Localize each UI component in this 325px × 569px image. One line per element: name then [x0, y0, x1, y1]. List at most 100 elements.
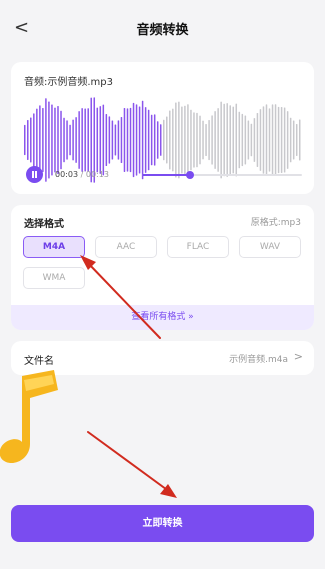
waveform-bar [126, 108, 129, 172]
waveform-bar [196, 112, 198, 168]
waveform-bar [220, 101, 222, 179]
waveform-bar [54, 107, 56, 173]
waveform-bar [99, 106, 102, 174]
waveform-bar [190, 109, 192, 171]
format-option-wma[interactable]: WMA [23, 267, 85, 289]
waveform-bar [265, 104, 268, 176]
show-all-formats-link[interactable]: 查看所有格式 » [11, 305, 314, 330]
waveform-bar [81, 108, 83, 172]
waveform-bar [202, 120, 204, 160]
waveform-bar [33, 113, 35, 167]
waveform-bar [78, 111, 80, 169]
total-time: 00:13 [85, 170, 109, 179]
waveform-bar [298, 119, 301, 161]
waveform-bar [193, 112, 195, 168]
annotation-arrow-to-convert [87, 431, 177, 498]
waveform-bar [114, 124, 117, 156]
waveform-bar [108, 116, 111, 164]
waveform-bar [117, 120, 120, 160]
time-display: 00:03 / 00:13 [55, 170, 109, 179]
waveform-bar [156, 121, 159, 159]
pause-button[interactable] [26, 166, 43, 183]
progress-slider[interactable] [142, 171, 302, 179]
waveform-bar [274, 104, 277, 176]
waveform-bar [24, 124, 26, 156]
waveform-bar [283, 107, 286, 173]
format-option-m4a[interactable]: M4A [23, 236, 85, 258]
page-title: 音频转换 [136, 23, 189, 38]
waveform-bar [147, 109, 150, 171]
waveform-bar [181, 106, 183, 174]
waveform-bar [48, 101, 50, 179]
waveform-bar [57, 105, 59, 175]
waveform-bar [277, 106, 280, 174]
filename-value: 示例音频.m4a [229, 355, 288, 365]
waveform-bar [286, 111, 289, 169]
waveform-bar [232, 106, 235, 174]
waveform-bar [163, 119, 165, 161]
waveform-bar [175, 102, 177, 178]
waveform-bar [244, 115, 247, 165]
waveform-bar [256, 113, 259, 167]
waveform-bar [87, 108, 89, 172]
waveform-bar [69, 124, 71, 156]
waveform-bar [159, 124, 162, 156]
waveform-bar [105, 113, 108, 167]
waveform-bar [184, 105, 186, 175]
waveform-bar [280, 106, 283, 174]
convert-now-button[interactable]: 立即转换 [11, 505, 314, 542]
waveform-bar [63, 117, 65, 163]
waveform-bar [262, 106, 265, 174]
waveform-bar [247, 120, 250, 160]
waveform-bar [30, 117, 32, 163]
waveform-bar [271, 104, 274, 176]
music-note-icon [0, 370, 58, 463]
waveform-bar [169, 110, 171, 170]
waveform-bar [45, 98, 47, 182]
format-option-aac[interactable]: AAC [95, 236, 157, 258]
waveform-bar [42, 108, 44, 172]
format-option-flac[interactable]: FLAC [167, 236, 229, 258]
waveform-bar [229, 105, 231, 175]
waveform-bar [214, 111, 216, 169]
waveform-bar [217, 108, 219, 172]
chevron-right-icon: > [293, 350, 303, 363]
waveform-bar [235, 103, 238, 177]
audio-file-label: 音频:示例音频.mp3 [24, 77, 113, 88]
waveform-bar [102, 104, 105, 176]
waveform-bar [138, 106, 141, 174]
waveform-bar [259, 109, 262, 171]
waveform-bar [123, 108, 126, 172]
waveform-bar [144, 107, 147, 173]
progress-knob[interactable] [186, 171, 194, 179]
waveform-bar [289, 117, 292, 163]
format-selection-card: 选择格式 原格式:mp3 M4A AAC FLAC WAV WMA 查看所有格式… [11, 205, 314, 330]
waveform-bar [238, 111, 241, 169]
waveform-bar [150, 114, 153, 166]
waveform-bar [199, 115, 201, 165]
top-bar: < 音频转换 [0, 0, 325, 56]
original-format-label: 原格式:mp3 [250, 218, 301, 228]
waveform-bar [36, 108, 38, 172]
waveform-bar [27, 120, 29, 160]
waveform-bar [166, 116, 168, 164]
waveform-bar [268, 108, 271, 172]
waveform-bar [60, 110, 62, 170]
filename-label: 文件名 [24, 356, 54, 367]
waveform-bar [39, 105, 41, 175]
waveform-bar [72, 119, 74, 161]
progress-fill [142, 174, 190, 176]
waveform-bar [187, 104, 189, 176]
waveform-bar [205, 123, 207, 157]
waveform-bar [132, 102, 135, 178]
current-time: 00:03 [55, 170, 79, 179]
waveform-bar [241, 113, 244, 167]
format-option-wav[interactable]: WAV [239, 236, 301, 258]
format-section-title: 选择格式 [24, 219, 64, 230]
waveform-bar [208, 119, 210, 161]
waveform-bar [211, 115, 213, 165]
waveform-bar [96, 107, 99, 173]
waveform-bar [84, 108, 86, 172]
audio-player-card: 音频:示例音频.mp3 00:03 / 00:13 [11, 62, 314, 194]
waveform-bar [51, 104, 53, 176]
